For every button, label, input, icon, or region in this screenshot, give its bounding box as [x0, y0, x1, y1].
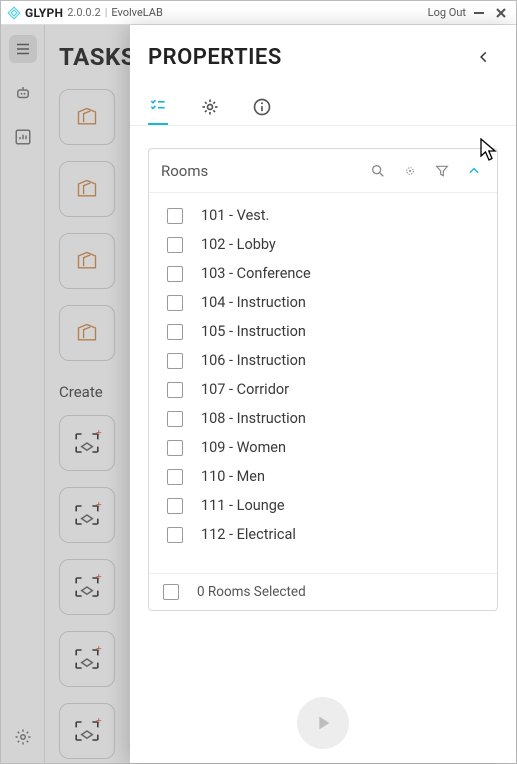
- room-checkbox[interactable]: [167, 353, 183, 369]
- room-label: 111 - Lounge: [201, 497, 285, 514]
- room-checkbox[interactable]: [167, 498, 183, 514]
- room-label: 110 - Men: [201, 468, 265, 485]
- room-label: 108 - Instruction: [201, 410, 306, 427]
- close-button[interactable]: [492, 4, 510, 22]
- search-icon[interactable]: [367, 160, 389, 182]
- app-logo-icon: [7, 6, 21, 20]
- room-row[interactable]: 106 - Instruction: [153, 346, 497, 375]
- room-checkbox[interactable]: [167, 527, 183, 543]
- room-row[interactable]: 111 - Lounge: [153, 491, 497, 520]
- room-row[interactable]: 104 - Instruction: [153, 288, 497, 317]
- panel-back-button[interactable]: [470, 43, 498, 71]
- rooms-list[interactable]: 101 - Vest. 102 - Lobby 103 - Conference 10…: [149, 193, 497, 573]
- titlebar-separator: |: [105, 6, 108, 19]
- app-name: GLYPH: [25, 6, 63, 20]
- tab-info[interactable]: [252, 89, 272, 125]
- titlebar: GLYPH 2.0.0.2 | EvolveLAB Log Out: [1, 1, 516, 25]
- room-row[interactable]: 103 - Conference: [153, 259, 497, 288]
- room-label: 101 - Vest.: [201, 207, 269, 224]
- room-checkbox[interactable]: [167, 469, 183, 485]
- select-all-checkbox[interactable]: [163, 584, 179, 600]
- room-checkbox[interactable]: [167, 237, 183, 253]
- room-label: 103 - Conference: [201, 265, 311, 282]
- room-row[interactable]: 105 - Instruction: [153, 317, 497, 346]
- room-checkbox[interactable]: [167, 324, 183, 340]
- room-row[interactable]: 109 - Women: [153, 433, 497, 462]
- tab-settings[interactable]: [200, 89, 220, 125]
- room-label: 112 - Electrical: [201, 526, 296, 543]
- room-label: 107 - Corridor: [201, 381, 289, 398]
- room-checkbox[interactable]: [167, 440, 183, 456]
- collapse-icon[interactable]: [463, 160, 485, 182]
- target-icon[interactable]: [399, 160, 421, 182]
- panel-title: PROPERTIES: [148, 45, 470, 70]
- room-row[interactable]: 108 - Instruction: [153, 404, 497, 433]
- logout-link[interactable]: Log Out: [428, 6, 466, 19]
- room-row[interactable]: 102 - Lobby: [153, 230, 497, 259]
- room-label: 104 - Instruction: [201, 294, 306, 311]
- app-version: 2.0.0.2: [67, 6, 100, 19]
- company-name: EvolveLAB: [111, 6, 162, 19]
- room-checkbox[interactable]: [167, 411, 183, 427]
- room-row[interactable]: 110 - Men: [153, 462, 497, 491]
- filter-icon[interactable]: [431, 160, 453, 182]
- properties-panel: PROPERTIES Rooms 101 - Vest.102 - Lobby1…: [130, 25, 516, 763]
- room-label: 106 - Instruction: [201, 352, 306, 369]
- minimize-button[interactable]: [470, 4, 488, 22]
- room-row[interactable]: 101 - Vest.: [153, 201, 497, 230]
- section-title: Rooms: [161, 162, 357, 180]
- run-button[interactable]: [297, 697, 349, 749]
- room-label: 109 - Women: [201, 439, 286, 456]
- room-checkbox[interactable]: [167, 295, 183, 311]
- tab-checklist[interactable]: [148, 89, 168, 125]
- room-checkbox[interactable]: [167, 208, 183, 224]
- selection-summary: 0 Rooms Selected: [197, 584, 306, 600]
- room-label: 105 - Instruction: [201, 323, 306, 340]
- room-checkbox[interactable]: [167, 382, 183, 398]
- room-label: 102 - Lobby: [201, 236, 276, 253]
- room-checkbox[interactable]: [167, 266, 183, 282]
- room-row[interactable]: 112 - Electrical: [153, 520, 497, 549]
- room-row[interactable]: 107 - Corridor: [153, 375, 497, 404]
